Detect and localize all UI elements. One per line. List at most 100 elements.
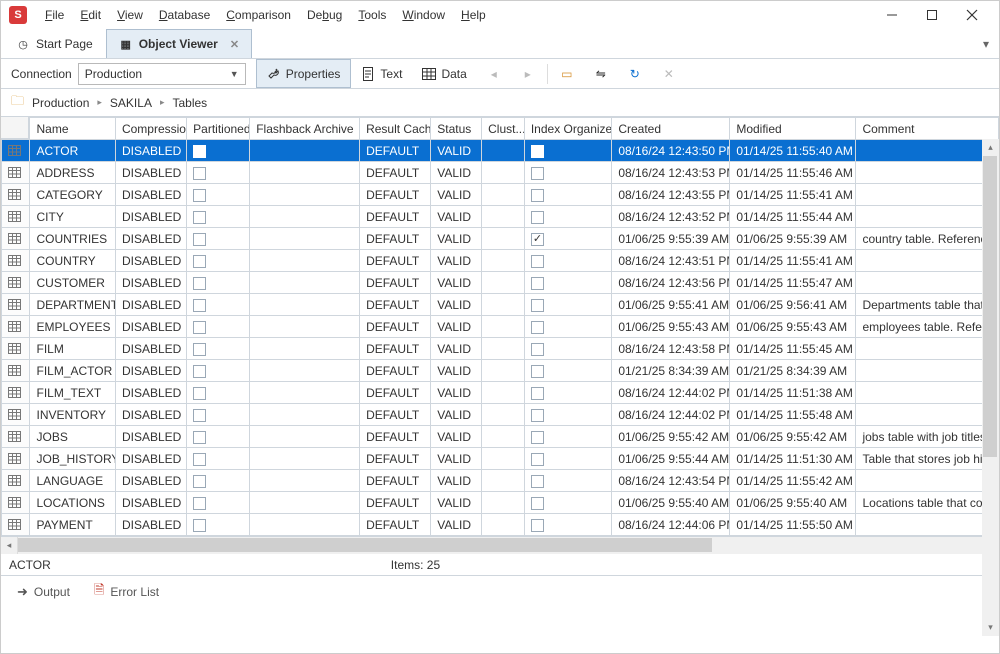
cell[interactable] (187, 514, 250, 536)
cell[interactable]: 01/14/25 11:55:41 AM (730, 184, 856, 206)
cell[interactable]: COUNTRY (30, 250, 115, 272)
cell[interactable]: 08/16/24 12:43:58 PM (612, 338, 730, 360)
cell[interactable] (524, 426, 611, 448)
cell[interactable]: DISABLED (115, 382, 186, 404)
menu-tools[interactable]: Tools (350, 8, 394, 22)
table-row[interactable]: LANGUAGEDISABLEDDEFAULTVALID08/16/24 12:… (2, 470, 999, 492)
cell[interactable]: VALID (431, 228, 482, 250)
tab-object-viewer[interactable]: ▦ Object Viewer ✕ (106, 29, 252, 58)
scroll-track[interactable] (18, 537, 982, 554)
row-gutter[interactable] (2, 404, 30, 426)
cell[interactable]: 01/06/25 9:55:43 AM (730, 316, 856, 338)
cell[interactable]: DISABLED (115, 492, 186, 514)
cell[interactable]: 01/06/25 9:55:41 AM (612, 294, 730, 316)
cell[interactable]: CITY (30, 206, 115, 228)
cell[interactable] (856, 140, 999, 162)
cell[interactable] (187, 316, 250, 338)
row-gutter[interactable] (2, 492, 30, 514)
checkbox[interactable] (193, 431, 206, 444)
cell[interactable]: DEFAULT (360, 338, 431, 360)
cell[interactable] (482, 448, 525, 470)
row-gutter[interactable] (2, 448, 30, 470)
close-button[interactable] (961, 4, 983, 26)
cell[interactable] (250, 492, 360, 514)
checkbox[interactable] (531, 321, 544, 334)
cell[interactable]: DEFAULT (360, 492, 431, 514)
cell[interactable] (250, 448, 360, 470)
cell[interactable] (250, 316, 360, 338)
cell[interactable] (482, 360, 525, 382)
cell[interactable]: 01/21/25 8:34:39 AM (730, 360, 856, 382)
cell[interactable] (187, 162, 250, 184)
cell[interactable]: DEFAULT (360, 184, 431, 206)
cell[interactable]: DISABLED (115, 228, 186, 250)
cell[interactable] (250, 514, 360, 536)
cell[interactable] (856, 338, 999, 360)
checkbox[interactable] (531, 343, 544, 356)
cell[interactable]: VALID (431, 338, 482, 360)
cell[interactable] (524, 140, 611, 162)
table-row[interactable]: JOBSDISABLEDDEFAULTVALID01/06/25 9:55:42… (2, 426, 999, 448)
horizontal-scrollbar[interactable]: ◂ ▸ (1, 537, 999, 554)
nav-prev-button[interactable]: ◂ (477, 59, 511, 88)
cell[interactable]: VALID (431, 294, 482, 316)
checkbox[interactable] (193, 497, 206, 510)
cell[interactable] (524, 492, 611, 514)
cell[interactable]: Table that stores job hi (856, 448, 999, 470)
cell[interactable]: DEFAULT (360, 272, 431, 294)
cell[interactable] (187, 228, 250, 250)
cell[interactable] (856, 382, 999, 404)
cell[interactable] (250, 206, 360, 228)
checkbox[interactable] (193, 145, 206, 158)
cell[interactable] (187, 360, 250, 382)
cell[interactable]: 01/06/25 9:55:44 AM (612, 448, 730, 470)
checkbox[interactable] (531, 431, 544, 444)
cell[interactable] (187, 250, 250, 272)
cell[interactable]: DISABLED (115, 338, 186, 360)
cell[interactable]: VALID (431, 360, 482, 382)
cell[interactable]: 01/06/25 9:55:39 AM (730, 228, 856, 250)
row-gutter[interactable] (2, 140, 30, 162)
cell[interactable] (482, 382, 525, 404)
cell[interactable]: 08/16/24 12:43:52 PM (612, 206, 730, 228)
cell[interactable]: 08/16/24 12:43:50 PM (612, 140, 730, 162)
cell[interactable]: VALID (431, 382, 482, 404)
menu-view[interactable]: View (109, 8, 151, 22)
checkbox[interactable] (193, 409, 206, 422)
cell[interactable]: DEFAULT (360, 206, 431, 228)
breadcrumb-item[interactable]: Production (32, 96, 89, 110)
cell[interactable] (187, 426, 250, 448)
cell[interactable] (187, 492, 250, 514)
cell[interactable] (250, 360, 360, 382)
table-row[interactable]: ADDRESSDISABLEDDEFAULTVALID08/16/24 12:4… (2, 162, 999, 184)
cell[interactable] (524, 206, 611, 228)
cell[interactable] (250, 162, 360, 184)
cell[interactable] (482, 140, 525, 162)
refresh-button[interactable]: ↻ (618, 59, 652, 88)
table-row[interactable]: PAYMENTDISABLEDDEFAULTVALID08/16/24 12:4… (2, 514, 999, 536)
cell[interactable]: DEFAULT (360, 426, 431, 448)
cell[interactable]: FILM_ACTOR (30, 360, 115, 382)
cell[interactable] (856, 162, 999, 184)
cell[interactable]: DEFAULT (360, 228, 431, 250)
cell[interactable]: DISABLED (115, 184, 186, 206)
cell[interactable]: LANGUAGE (30, 470, 115, 492)
checkbox[interactable] (531, 255, 544, 268)
table-row[interactable]: EMPLOYEESDISABLEDDEFAULTVALID01/06/25 9:… (2, 316, 999, 338)
table-row[interactable]: FILM_ACTORDISABLEDDEFAULTVALID01/21/25 8… (2, 360, 999, 382)
cell[interactable] (187, 206, 250, 228)
cell[interactable]: DISABLED (115, 250, 186, 272)
cell[interactable]: VALID (431, 162, 482, 184)
row-gutter[interactable] (2, 382, 30, 404)
cell[interactable] (856, 470, 999, 492)
cell[interactable] (524, 316, 611, 338)
cell[interactable] (524, 404, 611, 426)
table-row[interactable]: FILMDISABLEDDEFAULTVALID08/16/24 12:43:5… (2, 338, 999, 360)
checkbox[interactable] (531, 299, 544, 312)
cell[interactable] (187, 470, 250, 492)
cell[interactable]: DEFAULT (360, 404, 431, 426)
row-gutter[interactable] (2, 338, 30, 360)
cell[interactable]: DISABLED (115, 316, 186, 338)
checkbox[interactable] (193, 167, 206, 180)
cell[interactable]: 08/16/24 12:43:53 PM (612, 162, 730, 184)
